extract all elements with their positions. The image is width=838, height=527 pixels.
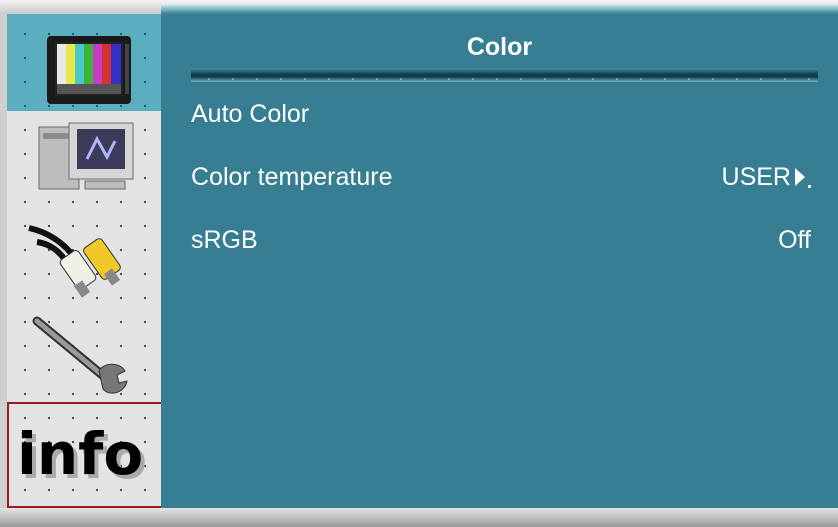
panel-top-highlight (161, 5, 838, 14)
menu-item-value: Off (778, 226, 811, 254)
menu-item-label: Color temperature (191, 163, 393, 191)
wrench-icon (32, 316, 128, 394)
menu-item-color-temperature[interactable]: Color temperature USER (191, 155, 821, 195)
sidebar-item-setup[interactable] (7, 305, 161, 402)
osd-main-panel: Color Auto Color Color temperature USER … (161, 5, 838, 508)
tv-color-bars-icon (47, 36, 131, 104)
info-icon: info info (17, 420, 147, 492)
menu-item-value: USER (721, 163, 791, 191)
osd-sidebar: info info (7, 14, 162, 508)
menu-item-srgb[interactable]: sRGB Off (191, 218, 821, 258)
page-title: Color (466, 33, 533, 61)
menu-item-label: Auto Color (191, 100, 310, 128)
sidebar-item-info[interactable]: info info (7, 402, 161, 508)
rca-cable-icon (28, 225, 121, 298)
submenu-arrow-dot (808, 185, 811, 188)
submenu-arrow-icon (795, 168, 805, 186)
sidebar-item-input[interactable] (7, 208, 161, 305)
info-icon-label: info (17, 420, 143, 488)
bottom-frame-bar (0, 508, 838, 527)
sidebar-item-computer[interactable] (7, 111, 161, 208)
menu-item-auto-color[interactable]: Auto Color (191, 92, 821, 132)
title-divider (191, 68, 818, 82)
sidebar-item-color[interactable] (7, 14, 161, 111)
menu-item-label: sRGB (191, 226, 258, 254)
computer-icon (38, 122, 134, 190)
